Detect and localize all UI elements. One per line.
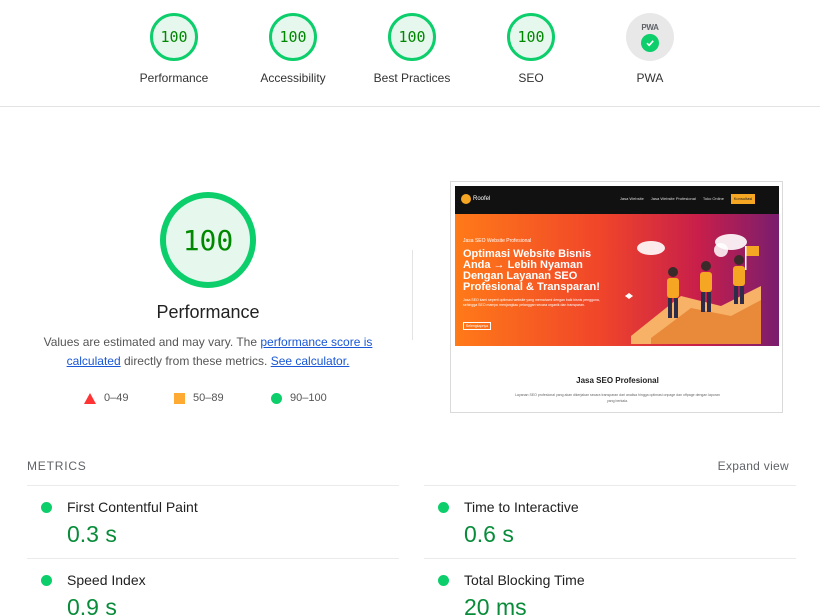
score-value: 100 bbox=[398, 28, 426, 46]
gauge-label: SEO bbox=[518, 71, 544, 85]
legend-average-range: 50–89 bbox=[193, 392, 224, 404]
pass-circle-icon bbox=[438, 502, 449, 513]
pass-circle-icon bbox=[41, 502, 52, 513]
thumb-nav-links: Jasa Website Jasa Website Profesional To… bbox=[620, 196, 749, 201]
expand-view-toggle[interactable]: Expand view bbox=[718, 459, 789, 473]
legend-fail-range: 0–49 bbox=[104, 392, 129, 404]
final-screenshot[interactable]: Roofel Jasa Website Jasa Website Profesi… bbox=[450, 181, 783, 413]
pwa-badge-text: PWA bbox=[641, 22, 659, 32]
check-icon bbox=[641, 33, 659, 52]
desc-middle: directly from these metrics. bbox=[120, 354, 271, 368]
legend-pass: 90–100 bbox=[271, 392, 327, 404]
metric-value: 0.3 s bbox=[67, 521, 117, 547]
team-illustration-icon bbox=[625, 234, 761, 344]
metrics-title: METRICS bbox=[27, 459, 87, 473]
performance-score-gauge: 100 bbox=[160, 192, 256, 288]
score-ring: 100 bbox=[150, 13, 198, 61]
metric-speed-index: Speed Index 0.9 s bbox=[27, 558, 399, 616]
logo-text: Roofel bbox=[473, 196, 491, 202]
thumb-logo: Roofel bbox=[461, 194, 490, 204]
gauge-seo[interactable]: 100 SEO bbox=[491, 13, 571, 85]
metrics-header: METRICS Expand view bbox=[27, 459, 789, 473]
score-ring: 100 bbox=[507, 13, 555, 61]
metric-name: Speed Index bbox=[67, 572, 146, 588]
score-scale-legend: 0–49 50–89 90–100 bbox=[0, 392, 420, 408]
thumb-hero-body: Jasa SEO kami seperti optimasi website y… bbox=[463, 298, 600, 307]
metric-value: 0.6 s bbox=[464, 521, 514, 547]
metric-time-to-interactive: Time to Interactive 0.6 s bbox=[424, 485, 796, 558]
thumb-nav-button: Konsultasi bbox=[731, 194, 755, 204]
triangle-icon bbox=[84, 392, 96, 404]
legend-pass-range: 90–100 bbox=[290, 392, 327, 404]
gauge-label: Best Practices bbox=[373, 71, 451, 85]
metric-name: Time to Interactive bbox=[464, 499, 579, 515]
see-calculator-link[interactable]: See calculator. bbox=[271, 354, 350, 368]
thumb-nav-item: Jasa Website bbox=[619, 196, 644, 201]
gauge-performance[interactable]: 100 Performance bbox=[134, 13, 214, 85]
score-value: 100 bbox=[279, 28, 307, 46]
square-icon bbox=[174, 392, 185, 404]
legend-average: 50–89 bbox=[174, 392, 224, 404]
gauge-label: Performance bbox=[139, 71, 209, 85]
pwa-badge: PWA bbox=[626, 13, 674, 61]
legend-fail: 0–49 bbox=[84, 392, 128, 404]
thumb-nav-item: Jasa Website Profesional bbox=[650, 196, 696, 201]
metric-total-blocking-time: Total Blocking Time 20 ms bbox=[424, 558, 796, 616]
metric-value: 20 ms bbox=[464, 594, 527, 616]
pass-circle-icon bbox=[438, 575, 449, 586]
desc-prefix: Values are estimated and may vary. The bbox=[43, 335, 261, 349]
score-ring: 100 bbox=[388, 13, 436, 61]
thumb-hero-tag: Jasa SEO Website Profesional bbox=[463, 238, 532, 244]
logo-icon bbox=[461, 194, 471, 204]
score-description: Values are estimated and may vary. The p… bbox=[30, 333, 386, 371]
thumb-section-body: Layanan SEO profesional yang akan dikerj… bbox=[515, 393, 720, 403]
score-value: 100 bbox=[160, 28, 188, 46]
score-ring: 100 bbox=[269, 13, 317, 61]
score-value: 100 bbox=[517, 28, 545, 46]
metric-value: 0.9 s bbox=[67, 594, 117, 616]
performance-title: Performance bbox=[156, 302, 260, 322]
thumb-hero-button: Selengkapnya bbox=[463, 322, 491, 330]
gauge-label: Accessibility bbox=[260, 71, 326, 85]
thumb-hero: Jasa SEO Website Profesional Optimasi We… bbox=[455, 214, 779, 346]
gauge-best-practices[interactable]: 100 Best Practices bbox=[372, 13, 452, 85]
circle-icon bbox=[271, 392, 282, 404]
gauge-pwa[interactable]: PWA PWA bbox=[610, 13, 690, 85]
performance-score: 100 bbox=[182, 223, 234, 257]
pass-circle-icon bbox=[41, 575, 52, 586]
thumb-navbar: Roofel Jasa Website Jasa Website Profesi… bbox=[455, 186, 779, 214]
thumb-nav-item: Toko Online bbox=[702, 196, 724, 201]
gauge-accessibility[interactable]: 100 Accessibility bbox=[253, 13, 333, 85]
score-summary-bar: 100 Performance 100 Accessibility 100 Be… bbox=[0, 0, 820, 107]
metric-name: First Contentful Paint bbox=[67, 499, 198, 515]
thumb-hero-title: Optimasi Website Bisnis Anda → Lebih Nya… bbox=[463, 248, 600, 293]
divider bbox=[412, 250, 413, 340]
metric-name: Total Blocking Time bbox=[464, 572, 585, 588]
thumb-section-title: Jasa SEO Profesional bbox=[576, 376, 659, 385]
gauge-label: PWA bbox=[636, 71, 664, 85]
metric-first-contentful-paint: First Contentful Paint 0.3 s bbox=[27, 485, 399, 558]
